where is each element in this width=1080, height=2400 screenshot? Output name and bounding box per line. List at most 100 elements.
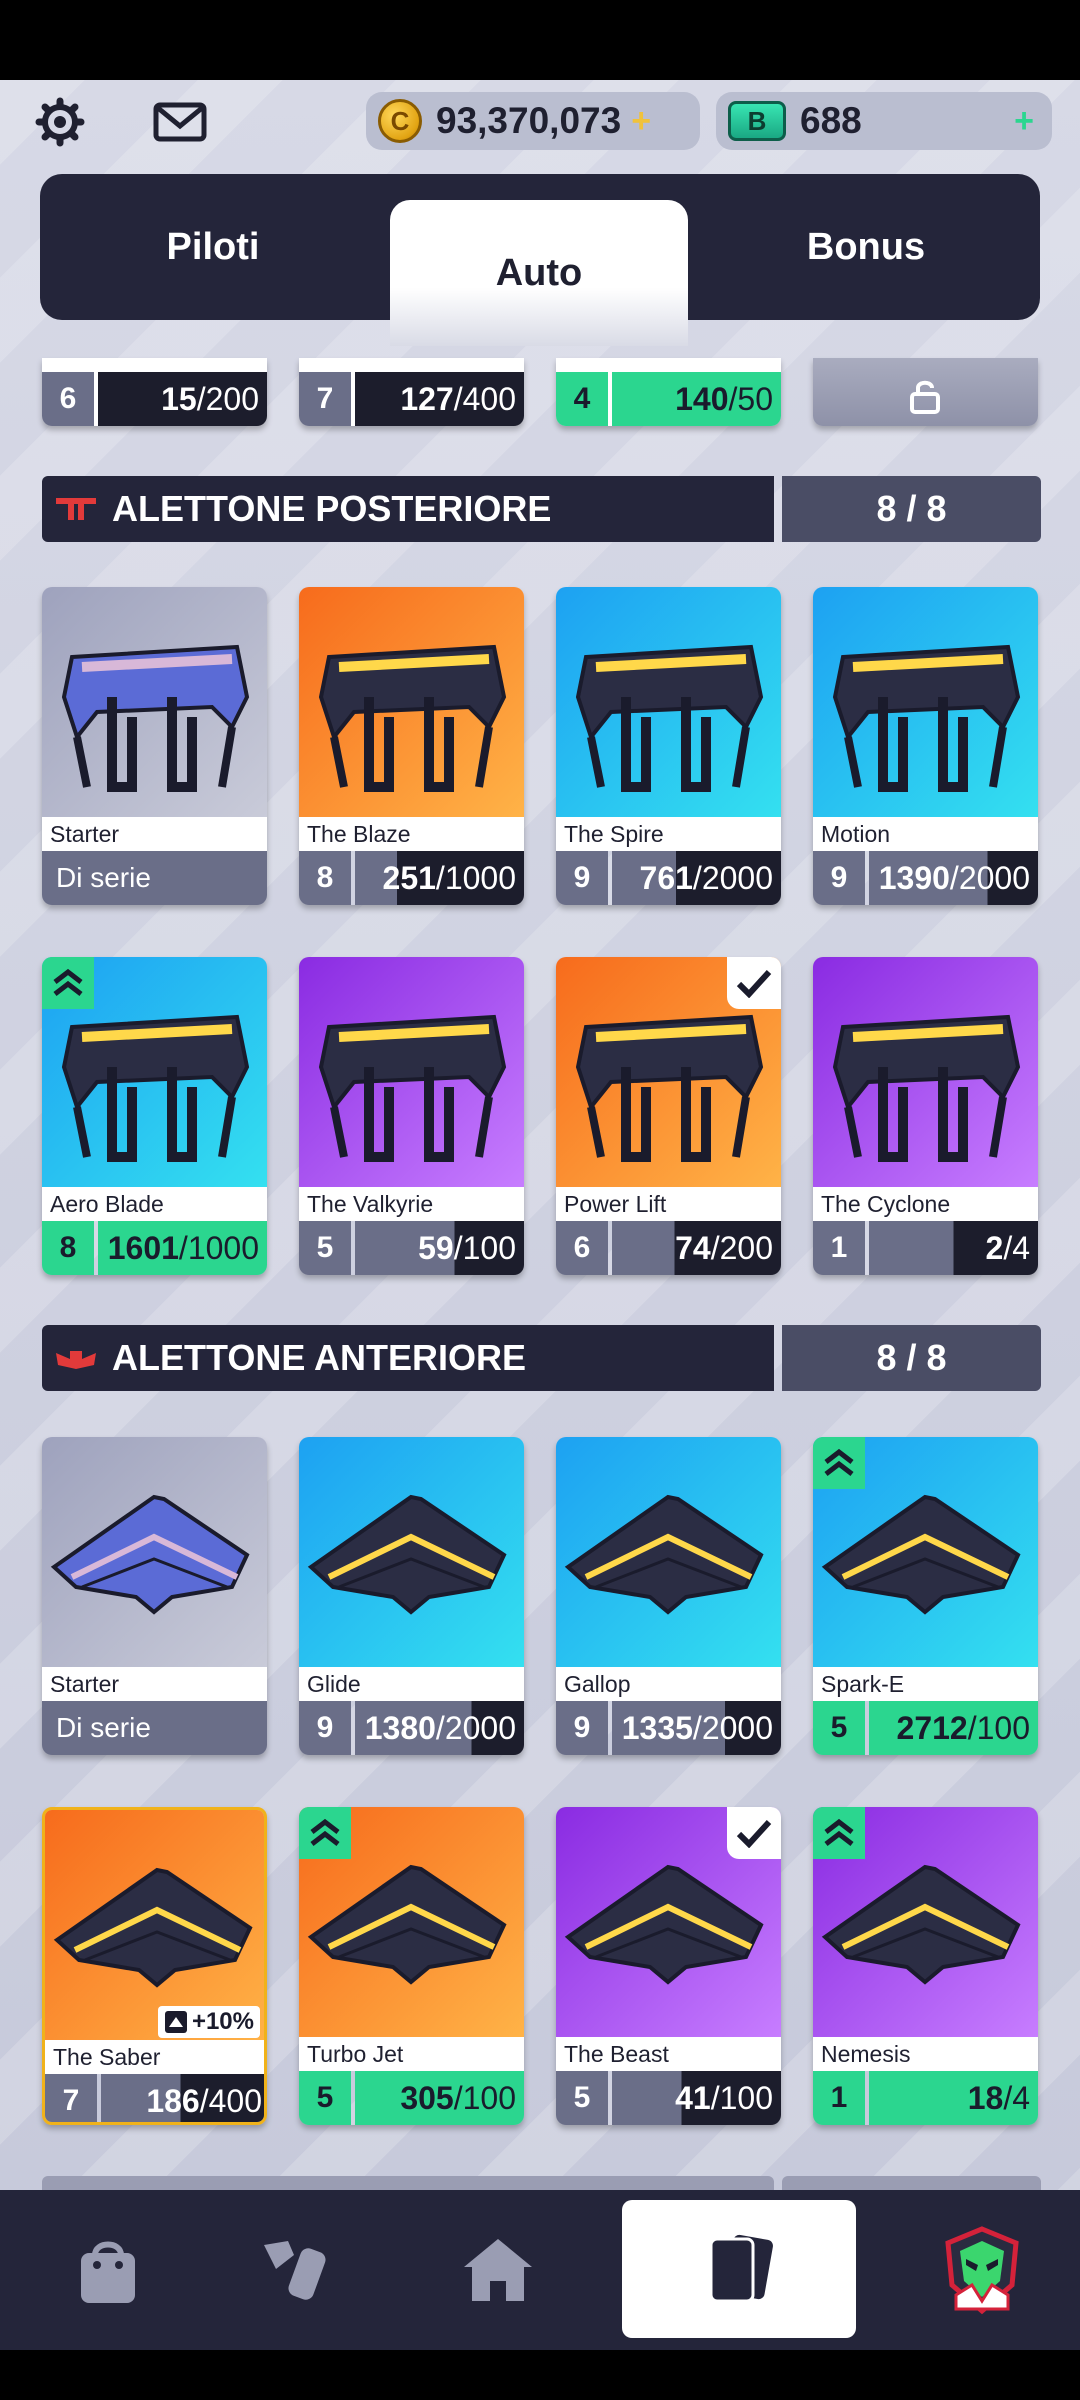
coins-counter[interactable]: C 93,370,073 + bbox=[366, 92, 700, 150]
progress-target: /2000 bbox=[692, 859, 773, 896]
card-progress: 5 305/100 bbox=[299, 2071, 524, 2125]
tab-piloti[interactable]: Piloti bbox=[40, 174, 386, 320]
nav-home[interactable] bbox=[390, 2190, 606, 2350]
mail-button[interactable] bbox=[150, 92, 210, 152]
equipped-check-icon bbox=[727, 957, 781, 1009]
progress-bar: 140/50 bbox=[612, 372, 781, 426]
add-bucks-icon[interactable]: + bbox=[1014, 102, 1034, 141]
section-header-front-wing: ALETTONE ANTERIORE 8 / 8 bbox=[42, 1325, 1041, 1391]
rear-wing-image bbox=[299, 587, 524, 817]
rear-wing-image bbox=[813, 957, 1038, 1187]
bucks-value: 688 bbox=[800, 100, 862, 141]
part-card[interactable]: Aero Blade 8 1601/1000 bbox=[42, 957, 267, 1275]
part-card[interactable]: The Cyclone 1 2/4 bbox=[813, 957, 1038, 1275]
category-tabs: Piloti Auto Bonus bbox=[40, 174, 1040, 346]
progress-target: /200 bbox=[196, 380, 259, 417]
card-progress: 9 761/2000 bbox=[556, 851, 781, 905]
progress-bar: 186/400 bbox=[101, 2074, 264, 2122]
rank-up-icon bbox=[813, 1437, 865, 1489]
card-level: 5 bbox=[299, 1221, 351, 1275]
progress-current: 1601 bbox=[107, 1229, 179, 1266]
part-card[interactable]: Nemesis 1 18/4 bbox=[813, 1807, 1038, 2125]
card-name: Glide bbox=[299, 1667, 524, 1701]
part-card[interactable]: Starter Di serie bbox=[42, 587, 267, 905]
progress-current: 74 bbox=[675, 1229, 711, 1266]
part-card[interactable]: Glide 9 1380/2000 bbox=[299, 1437, 524, 1755]
tab-auto[interactable]: Auto bbox=[390, 200, 688, 346]
nav-team[interactable] bbox=[874, 2190, 1080, 2350]
card-name: The Spire bbox=[556, 817, 781, 851]
card-progress: 9 1390/2000 bbox=[813, 851, 1038, 905]
card-progress: 9 1335/2000 bbox=[556, 1701, 781, 1755]
progress-bar: 2712/100 bbox=[869, 1701, 1038, 1755]
part-card[interactable]: Gallop 9 1335/2000 bbox=[556, 1437, 781, 1755]
paint-spray-icon bbox=[264, 2241, 326, 2300]
progress-target: /100 bbox=[453, 2079, 516, 2116]
front-wing-image bbox=[299, 1437, 524, 1667]
progress-target: /2000 bbox=[949, 859, 1030, 896]
part-card[interactable]: The Blaze 8 251/1000 bbox=[299, 587, 524, 905]
part-card[interactable]: The Spire 9 761/2000 bbox=[556, 587, 781, 905]
card-progress: 1 18/4 bbox=[813, 2071, 1038, 2125]
rank-up-icon bbox=[813, 1807, 865, 1859]
standard-label: Di serie bbox=[42, 851, 267, 905]
progress-target: /400 bbox=[453, 380, 516, 417]
nav-customize[interactable] bbox=[190, 2190, 406, 2350]
settings-button[interactable] bbox=[30, 92, 90, 152]
progress-bar: 1601/1000 bbox=[98, 1221, 267, 1275]
card-level: 5 bbox=[556, 2071, 608, 2125]
part-card-partial[interactable]: 6 15/200 bbox=[42, 358, 267, 426]
part-card[interactable]: Turbo Jet 5 305/100 bbox=[299, 1807, 524, 2125]
part-card[interactable]: Power Lift 6 74/200 bbox=[556, 957, 781, 1275]
part-card[interactable]: Motion 9 1390/2000 bbox=[813, 587, 1038, 905]
progress-target: /2000 bbox=[692, 1709, 773, 1746]
nav-shop[interactable] bbox=[0, 2190, 216, 2350]
part-card[interactable]: +10% The Saber 7 186/400 bbox=[42, 1807, 267, 2125]
card-level: 6 bbox=[42, 372, 94, 426]
progress-target: /100 bbox=[710, 2079, 773, 2116]
next-section-header bbox=[42, 2176, 774, 2190]
progress-current: 18 bbox=[967, 2079, 1004, 2116]
add-coins-icon[interactable]: + bbox=[631, 102, 651, 141]
part-card[interactable]: The Beast 5 41/100 bbox=[556, 1807, 781, 2125]
part-card[interactable]: The Valkyrie 5 59/100 bbox=[299, 957, 524, 1275]
front-wing-image bbox=[556, 1437, 781, 1667]
bucks-counter[interactable]: B 688 + bbox=[716, 92, 1052, 150]
part-card-partial[interactable]: 7 127/400 bbox=[299, 358, 524, 426]
card-level: 1 bbox=[813, 2071, 865, 2125]
card-level: 9 bbox=[299, 1701, 351, 1755]
shop-bag-icon bbox=[81, 2241, 135, 2303]
lock-icon bbox=[907, 378, 943, 419]
next-section-count bbox=[782, 2176, 1041, 2190]
part-card-partial[interactable]: 4 140/50 bbox=[556, 358, 781, 426]
progress-bar: 1335/2000 bbox=[612, 1701, 781, 1755]
part-card-partial[interactable] bbox=[813, 358, 1038, 426]
tab-bonus[interactable]: Bonus bbox=[692, 174, 1040, 320]
progress-current: 761 bbox=[639, 859, 693, 896]
nav-cards[interactable] bbox=[622, 2200, 856, 2338]
part-card[interactable]: Starter Di serie bbox=[42, 1437, 267, 1755]
card-progress: 5 41/100 bbox=[556, 2071, 781, 2125]
progress-current: 186 bbox=[146, 2082, 200, 2119]
card-level: 5 bbox=[299, 2071, 351, 2125]
boost-badge: +10% bbox=[157, 2006, 260, 2038]
progress-target: /100 bbox=[967, 1709, 1030, 1746]
card-name: Aero Blade bbox=[42, 1187, 267, 1221]
rear-wing-image bbox=[42, 587, 267, 817]
card-progress: 5 2712/100 bbox=[813, 1701, 1038, 1755]
progress-target: /1000 bbox=[178, 1229, 259, 1266]
card-name: Motion bbox=[813, 817, 1038, 851]
card-level: 6 bbox=[556, 1221, 608, 1275]
card-level: 5 bbox=[813, 1701, 865, 1755]
part-card[interactable]: Spark-E 5 2712/100 bbox=[813, 1437, 1038, 1755]
card-level: 9 bbox=[556, 851, 608, 905]
card-name: Gallop bbox=[556, 1667, 781, 1701]
card-name: The Saber bbox=[45, 2040, 264, 2074]
progress-target: /4 bbox=[1003, 1229, 1030, 1266]
rear-wing-image bbox=[299, 957, 524, 1187]
progress-target: /100 bbox=[453, 1229, 516, 1266]
section-count: 8 / 8 bbox=[782, 476, 1041, 542]
progress-current: 1390 bbox=[878, 859, 950, 896]
progress-current: 2 bbox=[985, 1229, 1004, 1266]
card-name: Turbo Jet bbox=[299, 2037, 524, 2071]
